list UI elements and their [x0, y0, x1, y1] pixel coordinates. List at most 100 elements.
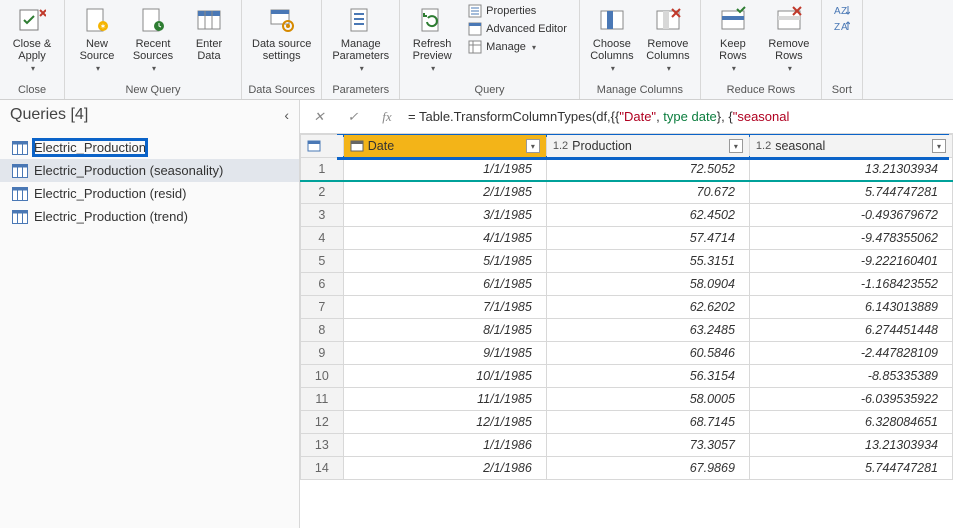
table-row[interactable]: 1212/1/198568.71456.328084651	[301, 411, 953, 434]
cell-seasonal[interactable]: 5.744747281	[749, 457, 952, 480]
row-header-corner[interactable]	[301, 135, 344, 158]
cell-date[interactable]: 1/1/1985	[343, 158, 546, 181]
row-number-cell[interactable]: 13	[301, 434, 344, 457]
table-row[interactable]: 33/1/198562.4502-0.493679672	[301, 204, 953, 227]
table-row[interactable]: 77/1/198562.62026.143013889	[301, 296, 953, 319]
cell-production[interactable]: 67.9869	[546, 457, 749, 480]
cell-production[interactable]: 60.5846	[546, 342, 749, 365]
fx-icon[interactable]: fx	[374, 106, 400, 128]
cell-seasonal[interactable]: -9.478355062	[749, 227, 952, 250]
row-number-cell[interactable]: 14	[301, 457, 344, 480]
cell-date[interactable]: 2/1/1985	[343, 181, 546, 204]
table-row[interactable]: 44/1/198557.4714-9.478355062	[301, 227, 953, 250]
advanced-editor-button[interactable]: Advanced Editor	[464, 20, 571, 38]
table-row[interactable]: 88/1/198563.24856.274451448	[301, 319, 953, 342]
cell-production[interactable]: 56.3154	[546, 365, 749, 388]
cell-seasonal[interactable]: -9.222160401	[749, 250, 952, 273]
cell-production[interactable]: 68.7145	[546, 411, 749, 434]
table-row[interactable]: 99/1/198560.5846-2.447828109	[301, 342, 953, 365]
cell-seasonal[interactable]: -1.168423552	[749, 273, 952, 296]
row-number-cell[interactable]: 1	[301, 158, 344, 181]
cell-production[interactable]: 62.4502	[546, 204, 749, 227]
cell-seasonal[interactable]: 6.143013889	[749, 296, 952, 319]
column-header[interactable]: 1.2seasonal▾	[749, 135, 952, 158]
row-number-cell[interactable]: 12	[301, 411, 344, 434]
properties-button[interactable]: Properties	[464, 2, 571, 20]
column-header[interactable]: Date▾	[343, 135, 546, 158]
row-number-cell[interactable]: 2	[301, 181, 344, 204]
row-number-cell[interactable]: 9	[301, 342, 344, 365]
collapse-queries-icon[interactable]: ‹	[284, 107, 289, 123]
column-filter-dropdown[interactable]: ▾	[729, 139, 743, 153]
recent-sources-button[interactable]: Recent Sources	[125, 2, 181, 75]
row-number-cell[interactable]: 3	[301, 204, 344, 227]
cell-production[interactable]: 58.0904	[546, 273, 749, 296]
row-number-cell[interactable]: 11	[301, 388, 344, 411]
row-number-cell[interactable]: 6	[301, 273, 344, 296]
table-row[interactable]: 55/1/198555.3151-9.222160401	[301, 250, 953, 273]
cell-production[interactable]: 70.672	[546, 181, 749, 204]
table-row[interactable]: 1010/1/198556.3154-8.85335389	[301, 365, 953, 388]
cell-date[interactable]: 6/1/1985	[343, 273, 546, 296]
sort-desc-button[interactable]: ZA	[830, 18, 854, 34]
cell-date[interactable]: 12/1/1985	[343, 411, 546, 434]
cell-date[interactable]: 1/1/1986	[343, 434, 546, 457]
cell-production[interactable]: 57.4714	[546, 227, 749, 250]
close-apply-button[interactable]: Close & Apply	[4, 2, 60, 75]
cell-seasonal[interactable]: -8.85335389	[749, 365, 952, 388]
table-row[interactable]: 11/1/198572.505213.21303934	[301, 158, 953, 181]
cell-seasonal[interactable]: -0.493679672	[749, 204, 952, 227]
query-item[interactable]: Electric_Production (resid)	[0, 182, 299, 205]
refresh-preview-button[interactable]: Refresh Preview	[404, 2, 460, 75]
cell-seasonal[interactable]: -6.039535922	[749, 388, 952, 411]
sort-asc-button[interactable]: AZ	[830, 2, 854, 18]
cell-seasonal[interactable]: 6.328084651	[749, 411, 952, 434]
table-row[interactable]: 22/1/198570.6725.744747281	[301, 181, 953, 204]
cell-seasonal[interactable]: 6.274451448	[749, 319, 952, 342]
cell-production[interactable]: 58.0005	[546, 388, 749, 411]
cell-date[interactable]: 3/1/1985	[343, 204, 546, 227]
manage-parameters-button[interactable]: Manage Parameters	[326, 2, 395, 75]
cell-date[interactable]: 11/1/1985	[343, 388, 546, 411]
new-source-button[interactable]: ✶ New Source	[69, 2, 125, 75]
cell-date[interactable]: 2/1/1986	[343, 457, 546, 480]
cell-production[interactable]: 55.3151	[546, 250, 749, 273]
cell-production[interactable]: 63.2485	[546, 319, 749, 342]
data-source-settings-button[interactable]: Data source settings	[246, 2, 317, 64]
cell-seasonal[interactable]: -2.447828109	[749, 342, 952, 365]
cell-production[interactable]: 73.3057	[546, 434, 749, 457]
cell-date[interactable]: 10/1/1985	[343, 365, 546, 388]
cell-date[interactable]: 5/1/1985	[343, 250, 546, 273]
cell-date[interactable]: 7/1/1985	[343, 296, 546, 319]
column-filter-dropdown[interactable]: ▾	[526, 139, 540, 153]
table-row[interactable]: 131/1/198673.305713.21303934	[301, 434, 953, 457]
query-item[interactable]: Electric_Production (trend)	[0, 205, 299, 228]
formula-text[interactable]: = Table.TransformColumnTypes(df,{{"Date"…	[408, 109, 947, 125]
table-row[interactable]: 1111/1/198558.0005-6.039535922	[301, 388, 953, 411]
table-row[interactable]: 142/1/198667.98695.744747281	[301, 457, 953, 480]
confirm-formula-icon[interactable]: ✓	[340, 106, 366, 128]
cancel-formula-icon[interactable]: ✕	[306, 106, 332, 128]
manage-button[interactable]: Manage	[464, 38, 571, 56]
row-number-cell[interactable]: 10	[301, 365, 344, 388]
row-number-cell[interactable]: 4	[301, 227, 344, 250]
remove-rows-button[interactable]: Remove Rows	[761, 2, 817, 75]
cell-date[interactable]: 8/1/1985	[343, 319, 546, 342]
choose-columns-button[interactable]: Choose Columns	[584, 2, 640, 75]
remove-columns-button[interactable]: Remove Columns	[640, 2, 696, 75]
column-filter-dropdown[interactable]: ▾	[932, 139, 946, 153]
cell-seasonal[interactable]: 13.21303934	[749, 434, 952, 457]
row-number-cell[interactable]: 8	[301, 319, 344, 342]
query-item[interactable]: Electric_Production	[0, 136, 299, 159]
row-number-cell[interactable]: 7	[301, 296, 344, 319]
keep-rows-button[interactable]: Keep Rows	[705, 2, 761, 75]
cell-date[interactable]: 9/1/1985	[343, 342, 546, 365]
column-header[interactable]: 1.2Production▾	[546, 135, 749, 158]
cell-seasonal[interactable]: 13.21303934	[749, 158, 952, 181]
row-number-cell[interactable]: 5	[301, 250, 344, 273]
cell-date[interactable]: 4/1/1985	[343, 227, 546, 250]
table-row[interactable]: 66/1/198558.0904-1.168423552	[301, 273, 953, 296]
cell-production[interactable]: 72.5052	[546, 158, 749, 181]
cell-seasonal[interactable]: 5.744747281	[749, 181, 952, 204]
enter-data-button[interactable]: Enter Data	[181, 2, 237, 75]
